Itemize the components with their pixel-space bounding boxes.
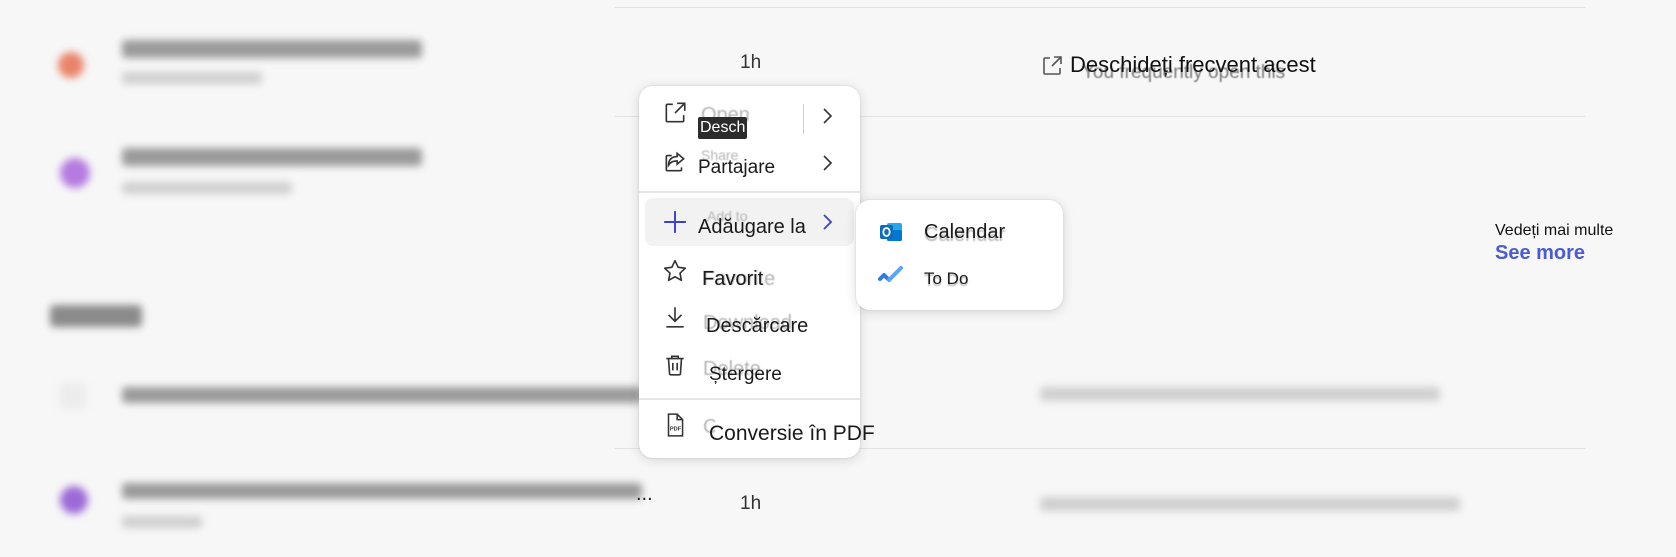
reason-redacted xyxy=(1040,497,1460,511)
file-type-icon xyxy=(58,52,84,78)
title-overflow-ellipsis: ... xyxy=(636,483,653,505)
star-icon xyxy=(663,259,687,282)
file-context-menu: Open Desch Share Partajare Add to Adăuga… xyxy=(639,86,875,458)
file-type-icon xyxy=(60,486,88,514)
outlook-icon xyxy=(880,223,902,241)
file-time: 1h xyxy=(740,493,762,514)
menu-item-convert-to-pdf[interactable]: PDF Convert to PDF Conversie în PDF xyxy=(645,404,875,448)
pdf-icon: PDF xyxy=(667,413,684,437)
svg-text:PDF: PDF xyxy=(670,426,682,432)
file-title-redacted xyxy=(122,40,422,58)
activity-reason: You frequently open this Deschideți frec… xyxy=(1040,52,1316,83)
menu-item-download-label: Descărcare xyxy=(706,315,809,337)
submenu-item-todo-label: To Do xyxy=(924,269,969,288)
see-more-link[interactable]: See more xyxy=(1495,242,1613,265)
menu-item-favorite[interactable]: Favorite Favorit xyxy=(645,252,854,296)
file-title-redacted xyxy=(122,148,422,166)
reason-redacted xyxy=(1040,387,1440,401)
split-divider xyxy=(803,104,804,134)
file-type-icon xyxy=(60,383,86,409)
menu-item-share-label: Partajare xyxy=(698,157,776,178)
see-more-caption: Vedeți mai multe xyxy=(1495,222,1614,239)
file-title-redacted xyxy=(122,483,642,499)
menu-item-convert-label: Conversie în PDF xyxy=(709,422,875,445)
trash-icon xyxy=(666,355,684,376)
menu-item-add-to-label: Adăugare la xyxy=(698,216,806,238)
open-in-new-icon xyxy=(1043,56,1062,75)
menu-separator xyxy=(639,191,860,193)
open-in-new-icon xyxy=(665,102,686,123)
submenu-item-calendar-label: Calendar xyxy=(924,221,1006,243)
see-more-area: Vedeți mai multe See more xyxy=(1495,222,1613,265)
menu-item-delete[interactable]: Delete Ștergere xyxy=(645,348,854,392)
file-title-redacted xyxy=(122,387,642,403)
download-icon xyxy=(666,307,684,328)
menu-item-delete-label: Ștergere xyxy=(709,364,782,385)
submenu-item-todo[interactable]: To Do To Do xyxy=(864,256,1055,300)
menu-item-open[interactable]: Open Desch xyxy=(645,90,854,139)
add-to-submenu: Calendar Calendar To Do To Do xyxy=(856,200,1063,310)
menu-item-open-label: Desch xyxy=(698,117,748,139)
reason-text: Deschideți frecvent acest xyxy=(1070,52,1316,77)
file-subtitle-redacted xyxy=(122,182,292,194)
plus-icon xyxy=(664,211,686,233)
file-subtitle-redacted xyxy=(122,72,262,84)
file-time: 1h xyxy=(740,52,762,73)
submenu-item-calendar[interactable]: Calendar Calendar xyxy=(864,208,1055,252)
row-divider xyxy=(615,7,1585,8)
file-subtitle-redacted xyxy=(122,516,202,528)
section-heading-redacted xyxy=(50,305,142,327)
todo-check-icon xyxy=(878,266,903,282)
share-icon xyxy=(665,151,685,172)
menu-item-favorite-label: Favorit xyxy=(702,268,764,290)
menu-separator xyxy=(639,398,860,400)
chevron-right-icon xyxy=(823,155,833,171)
file-type-icon xyxy=(60,158,90,188)
menu-item-add-to[interactable]: Add to Adăugare la xyxy=(645,198,854,246)
chevron-right-icon[interactable] xyxy=(820,106,834,126)
menu-item-share[interactable]: Share Partajare xyxy=(645,139,854,183)
chevron-right-icon xyxy=(823,214,833,230)
menu-item-download[interactable]: Download Descărcare xyxy=(645,300,854,344)
